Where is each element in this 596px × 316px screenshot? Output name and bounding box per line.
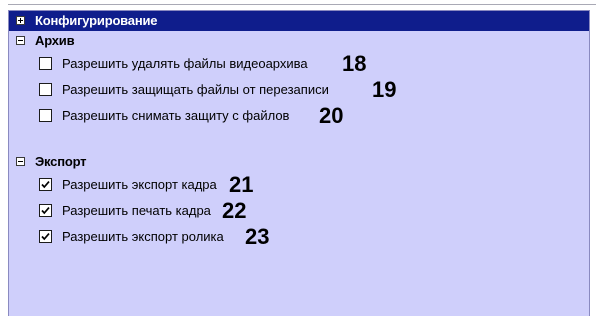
permission-label: Разрешить удалять файлы видеоархива xyxy=(62,56,308,71)
permission-label: Разрешить экспорт кадра xyxy=(62,177,217,192)
permission-label: Разрешить защищать файлы от перезаписи xyxy=(62,82,329,97)
callout-number: 22 xyxy=(222,198,247,223)
callout-number: 19 xyxy=(372,77,397,102)
configuration-label: Конфигурирование xyxy=(35,13,158,28)
permission-label: Разрешить экспорт ролика xyxy=(62,229,224,244)
tree-node-configuration[interactable]: Конфигурирование xyxy=(9,11,589,31)
tree-node-export[interactable]: Экспорт xyxy=(9,152,589,172)
expand-plus-icon[interactable] xyxy=(16,16,25,25)
permission-label: Разрешить печать кадра xyxy=(62,203,211,218)
tree-node-archive[interactable]: Архив xyxy=(9,31,589,51)
permission-export-clip[interactable]: Разрешить экспорт ролика 23 xyxy=(9,224,589,250)
export-group-label: Экспорт xyxy=(35,154,87,169)
callout-number: 20 xyxy=(319,103,344,128)
callout-number: 18 xyxy=(342,51,367,76)
checkbox[interactable] xyxy=(39,109,52,122)
top-divider xyxy=(8,4,596,5)
callout-number: 21 xyxy=(229,172,254,197)
checkmark-icon xyxy=(41,233,50,241)
checkbox[interactable] xyxy=(39,57,52,70)
permission-label: Разрешить снимать защиту с файлов xyxy=(62,108,290,123)
permission-export-frame[interactable]: Разрешить экспорт кадра 21 xyxy=(9,172,589,198)
checkbox[interactable] xyxy=(39,230,52,243)
collapse-minus-icon[interactable] xyxy=(16,36,25,45)
permissions-window: Конфигурирование Архив Разрешить удалять… xyxy=(0,0,596,316)
checkmark-icon xyxy=(41,207,50,215)
permission-print-frame[interactable]: Разрешить печать кадра 22 xyxy=(9,198,589,224)
callout-number: 23 xyxy=(245,224,270,249)
archive-group-label: Архив xyxy=(35,33,75,48)
checkbox[interactable] xyxy=(39,204,52,217)
collapse-minus-icon[interactable] xyxy=(16,157,25,166)
permission-remove-protection[interactable]: Разрешить снимать защиту с файлов 20 xyxy=(9,103,589,129)
checkmark-icon xyxy=(41,181,50,189)
checkbox[interactable] xyxy=(39,178,52,191)
checkbox[interactable] xyxy=(39,83,52,96)
permission-delete-archive-files[interactable]: Разрешить удалять файлы видеоархива 18 xyxy=(9,51,589,77)
config-tree-panel: Конфигурирование Архив Разрешить удалять… xyxy=(8,10,590,316)
permission-protect-files[interactable]: Разрешить защищать файлы от перезаписи 1… xyxy=(9,77,589,103)
